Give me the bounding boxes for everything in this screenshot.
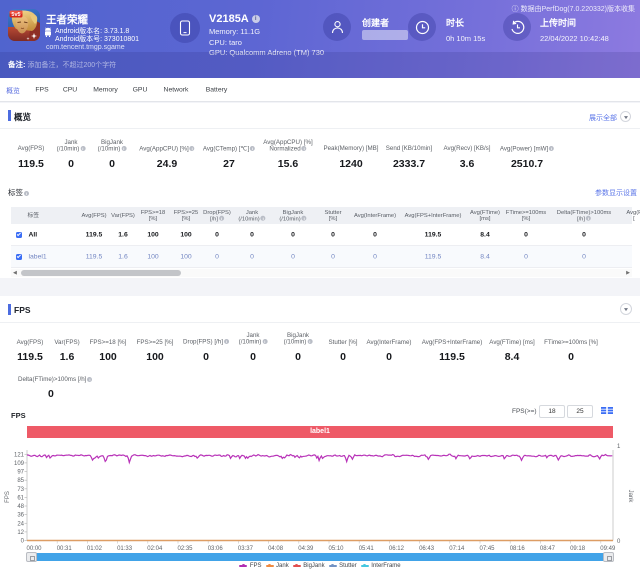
svg-text:Jank: Jank <box>627 490 633 504</box>
svg-text:12: 12 <box>17 530 24 536</box>
svg-text:06:43: 06:43 <box>419 546 435 552</box>
svg-text:0: 0 <box>617 539 621 545</box>
svg-text:FPS: FPS <box>5 491 11 503</box>
svg-text:07:45: 07:45 <box>479 546 495 552</box>
svg-text:04:08: 04:08 <box>268 546 284 552</box>
svg-text:05:41: 05:41 <box>359 546 375 552</box>
svg-text:97: 97 <box>17 470 24 476</box>
svg-text:08:47: 08:47 <box>540 546 556 552</box>
svg-text:109: 109 <box>14 461 25 467</box>
svg-text:08:16: 08:16 <box>510 546 526 552</box>
svg-text:00:31: 00:31 <box>57 546 73 552</box>
svg-text:36: 36 <box>17 513 24 519</box>
svg-text:0: 0 <box>21 539 25 545</box>
svg-text:01:33: 01:33 <box>117 546 133 552</box>
svg-text:61: 61 <box>17 495 24 501</box>
svg-text:07:14: 07:14 <box>449 546 465 552</box>
svg-text:24: 24 <box>17 521 24 527</box>
svg-text:03:06: 03:06 <box>208 546 224 552</box>
svg-text:06:12: 06:12 <box>389 546 405 552</box>
svg-text:05:10: 05:10 <box>328 546 344 552</box>
svg-text:1: 1 <box>617 444 621 450</box>
svg-text:73: 73 <box>17 487 24 493</box>
svg-text:85: 85 <box>17 478 24 484</box>
svg-text:01:02: 01:02 <box>87 546 103 552</box>
svg-text:02:04: 02:04 <box>147 546 163 552</box>
svg-text:121: 121 <box>14 452 25 458</box>
svg-text:02:35: 02:35 <box>177 546 193 552</box>
svg-text:09:18: 09:18 <box>570 546 586 552</box>
svg-text:03:37: 03:37 <box>238 546 254 552</box>
svg-text:04:39: 04:39 <box>298 546 314 552</box>
svg-text:48: 48 <box>17 504 24 510</box>
